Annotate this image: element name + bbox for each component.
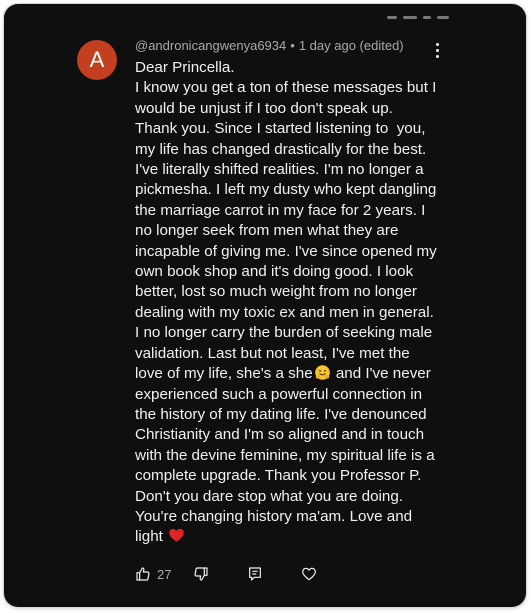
comment-text-part-2: and I've never experienced such a powerf… (135, 365, 439, 546)
avatar-letter: A (89, 47, 105, 72)
reply-button[interactable] (247, 566, 263, 582)
more-vert-icon[interactable] (431, 40, 443, 60)
comment-card: A @andronicangwenya6934 • 1 day ago (edite… (4, 4, 526, 607)
comment-text: Dear Princella. I know you get a ton of … (135, 58, 437, 548)
header-separator: • (290, 38, 295, 53)
red-heart-emoji-icon (169, 529, 184, 543)
comment-actions: 27 (135, 562, 317, 586)
reply-icon (249, 567, 262, 581)
thumbs-down-icon (194, 567, 209, 581)
hugging-face-emoji-icon (314, 365, 330, 380)
author-handle[interactable]: @andronicangwenya6934 (135, 38, 286, 53)
comment-header: @andronicangwenya6934 • 1 day ago (edited) (135, 38, 404, 53)
like-button[interactable]: 27 (135, 566, 171, 582)
heart-outline-icon (302, 567, 317, 581)
like-count: 27 (157, 566, 172, 582)
dislike-button[interactable] (193, 566, 209, 582)
top-edge-fragment (387, 16, 449, 19)
comment-text-part-1: Dear Princella. I know you get a ton of … (135, 59, 437, 383)
avatar[interactable]: A (77, 40, 117, 80)
heart-button[interactable] (301, 566, 317, 582)
comment-timestamp[interactable]: 1 day ago (edited) (299, 38, 404, 53)
thumbs-up-icon (136, 567, 150, 581)
